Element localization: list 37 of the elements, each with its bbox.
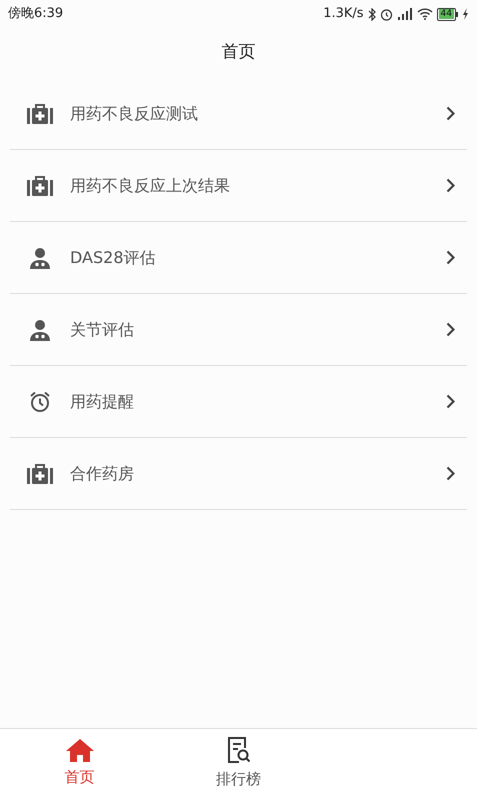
wifi-icon (416, 8, 433, 20)
chevron-right-icon (446, 250, 455, 265)
signal-icon (396, 8, 413, 20)
tab[interactable]: 首页 (0, 729, 159, 797)
doctor-icon (29, 318, 51, 340)
chevron-right-icon (446, 178, 455, 193)
chevron-right-icon (446, 322, 455, 337)
menu-item[interactable]: 合作药房 (10, 438, 467, 510)
chevron-right-icon (446, 466, 455, 481)
menu-item[interactable]: 用药不良反应测试 (10, 78, 467, 150)
chevron-right-icon (446, 394, 455, 409)
battery-icon: 44 (436, 8, 458, 20)
doctor-icon (29, 246, 51, 268)
alarm-clock-icon (29, 390, 51, 412)
charging-icon (462, 8, 469, 20)
menu-item[interactable]: 关节评估 (10, 294, 467, 366)
menu-item[interactable]: 用药不良反应上次结果 (10, 150, 467, 222)
network-speed: 1.3K/s (323, 5, 364, 24)
alarm-icon (380, 8, 393, 20)
medical-kit-icon (27, 176, 53, 196)
medical-kit-icon (27, 104, 53, 124)
menu-label: 用药不良反应上次结果 (70, 174, 231, 196)
chevron-right-icon (446, 106, 455, 121)
page-title: 首页 (222, 41, 256, 64)
menu-label: 用药不良反应测试 (70, 102, 199, 124)
home-icon (64, 738, 94, 762)
menu-label: 关节评估 (70, 318, 135, 340)
menu-item[interactable]: 用药提醒 (10, 366, 467, 438)
document-search-icon (226, 736, 250, 764)
status-time: 傍晚6:39 (8, 5, 64, 24)
menu-label: DAS28评估 (70, 246, 156, 268)
menu-label: 用药提醒 (70, 390, 135, 412)
tab[interactable]: 排行榜 (159, 729, 318, 797)
menu-item[interactable]: DAS28评估 (10, 222, 467, 294)
medical-kit-icon (27, 464, 53, 484)
menu-label: 合作药房 (70, 462, 135, 484)
bluetooth-icon (368, 8, 376, 20)
